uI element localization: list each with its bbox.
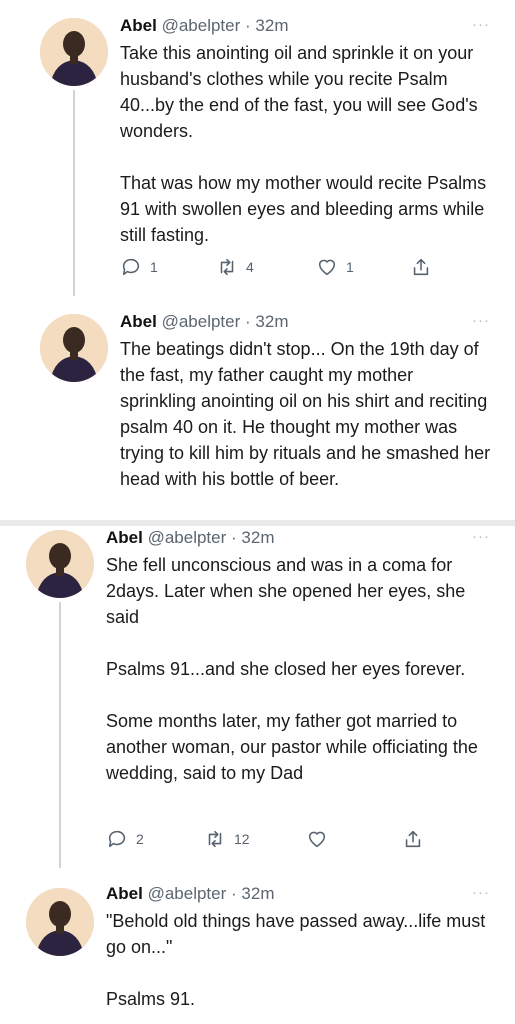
- author-name[interactable]: Abel: [106, 884, 143, 903]
- tweet-2[interactable]: Abel @abelpter · 32m ··· The beatings di…: [0, 296, 515, 520]
- retweet-count: 4: [246, 259, 254, 275]
- tweet-header: Abel @abelpter · 32m: [106, 528, 275, 548]
- separator: ·: [231, 528, 237, 547]
- tweet-actions: 1 4 1: [120, 256, 440, 280]
- tweet-text: She fell unconscious and was in a coma f…: [106, 555, 478, 783]
- reply-count: 1: [150, 259, 158, 275]
- share-button[interactable]: [402, 828, 424, 850]
- reply-icon: [122, 258, 140, 276]
- reply-button[interactable]: 2: [106, 828, 144, 850]
- like-button[interactable]: 1: [316, 256, 354, 278]
- tweet-header: Abel @abelpter · 32m: [106, 884, 275, 904]
- avatar-image: [26, 530, 94, 598]
- author-handle[interactable]: @abelpter: [162, 312, 241, 331]
- heart-icon: [318, 259, 336, 276]
- avatar[interactable]: [26, 888, 94, 956]
- like-button[interactable]: [306, 828, 336, 850]
- retweet-count: 12: [234, 831, 250, 847]
- more-options-button[interactable]: ···: [472, 884, 490, 901]
- avatar[interactable]: [40, 18, 108, 86]
- more-options-button[interactable]: ···: [472, 16, 490, 33]
- author-name[interactable]: Abel: [120, 16, 157, 35]
- avatar[interactable]: [26, 530, 94, 598]
- timestamp[interactable]: 32m: [255, 16, 288, 35]
- share-icon: [405, 830, 421, 848]
- tweet-4[interactable]: Abel @abelpter · 32m ··· "Behold old thi…: [0, 868, 515, 1024]
- timestamp[interactable]: 32m: [255, 312, 288, 331]
- tweet-text: Take this anointing oil and sprinkle it …: [120, 43, 487, 245]
- heart-icon: [308, 831, 326, 848]
- author-handle[interactable]: @abelpter: [148, 528, 227, 547]
- author-handle[interactable]: @abelpter: [148, 884, 227, 903]
- timestamp[interactable]: 32m: [241, 528, 274, 547]
- tweet-header: Abel @abelpter · 32m: [120, 16, 289, 36]
- share-icon: [413, 258, 429, 276]
- tweet-1[interactable]: Abel @abelpter · 32m ··· Take this anoin…: [0, 0, 515, 296]
- author-name[interactable]: Abel: [106, 528, 143, 547]
- retweet-icon: [220, 258, 234, 276]
- avatar-image: [40, 18, 108, 86]
- timestamp[interactable]: 32m: [241, 884, 274, 903]
- reply-button[interactable]: 1: [120, 256, 158, 278]
- tweet-3[interactable]: Abel @abelpter · 32m ··· She fell uncons…: [0, 526, 515, 868]
- tweet-actions: 2 12: [106, 828, 436, 852]
- more-options-button[interactable]: ···: [472, 528, 490, 545]
- reply-count: 2: [136, 831, 144, 847]
- avatar-image: [26, 888, 94, 956]
- author-name[interactable]: Abel: [120, 312, 157, 331]
- retweet-icon: [208, 830, 222, 848]
- tweet-text: The beatings didn't stop... On the 19th …: [120, 339, 491, 489]
- separator: ·: [231, 884, 237, 903]
- separator: ·: [245, 16, 251, 35]
- tweet-text: "Behold old things have passed away...li…: [106, 911, 486, 1009]
- more-options-button[interactable]: ···: [472, 312, 490, 329]
- author-handle[interactable]: @abelpter: [162, 16, 241, 35]
- reply-icon: [108, 830, 126, 848]
- tweet-header: Abel @abelpter · 32m: [120, 312, 289, 332]
- avatar-image: [40, 314, 108, 382]
- share-button[interactable]: [410, 256, 432, 278]
- separator: ·: [245, 312, 251, 331]
- avatar[interactable]: [40, 314, 108, 382]
- like-count: 1: [346, 259, 354, 275]
- thread-line: [59, 602, 61, 868]
- retweet-button[interactable]: 12: [204, 828, 250, 850]
- retweet-button[interactable]: 4: [216, 256, 254, 278]
- thread-line: [73, 90, 75, 296]
